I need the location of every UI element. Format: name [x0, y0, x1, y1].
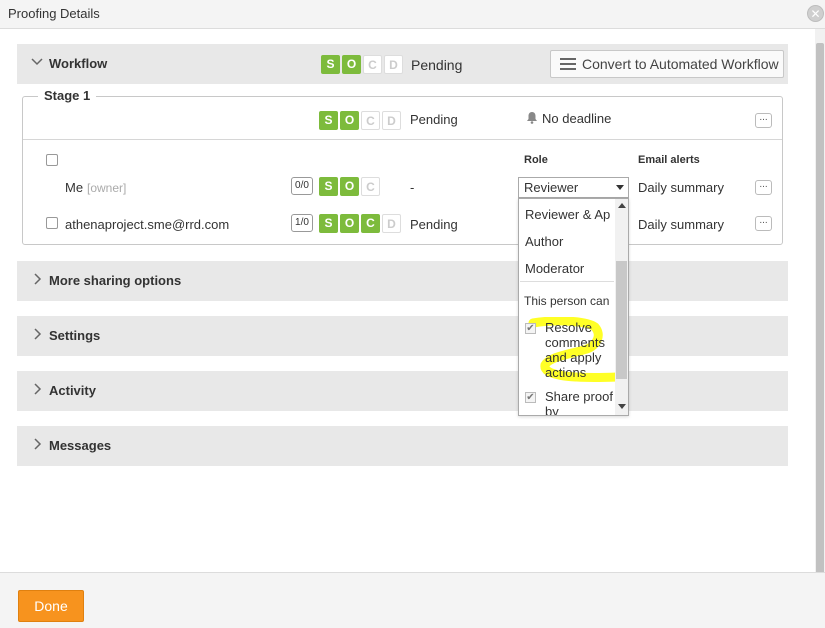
- member-more-button[interactable]: ...: [755, 180, 772, 195]
- dialog-scrollbar[interactable]: [815, 29, 825, 583]
- stage-status: Pending: [410, 112, 458, 127]
- workflow-status: Pending: [411, 57, 463, 73]
- permission-checkbox[interactable]: ✔: [525, 323, 536, 334]
- dialog-footer: [0, 572, 825, 628]
- column-email-alerts: Email alerts: [638, 154, 700, 166]
- badge-d: D: [382, 214, 401, 233]
- member-status: Pending: [410, 217, 458, 232]
- caret-down-icon: [616, 185, 624, 190]
- member-status-badges: S O C D: [319, 214, 401, 233]
- select-all-checkbox[interactable]: [46, 154, 58, 166]
- section-label: Messages: [49, 438, 112, 453]
- chevron-right-icon: [31, 383, 42, 397]
- dialog-titlebar: Proofing Details: [0, 0, 825, 29]
- chevron-right-icon: [31, 438, 42, 452]
- dropdown-scrollbar[interactable]: [615, 199, 628, 415]
- comment-count: 0/0: [291, 177, 313, 195]
- scrollbar-thumb[interactable]: [816, 43, 824, 583]
- section-label: Activity: [49, 383, 96, 398]
- close-icon[interactable]: ✕: [807, 5, 824, 22]
- email-alerts-value[interactable]: Daily summary: [638, 217, 724, 232]
- role-option[interactable]: Moderator: [525, 261, 584, 276]
- messages-header[interactable]: Messages: [17, 426, 788, 466]
- role-option[interactable]: Author: [525, 234, 563, 249]
- badge-c: C: [361, 214, 380, 233]
- workflow-status-badges: S O C D: [321, 55, 403, 74]
- stage-status-badges: S O C D: [319, 111, 401, 130]
- badge-d: D: [382, 111, 401, 130]
- comment-count: 1/0: [291, 214, 313, 232]
- done-button[interactable]: Done: [18, 590, 84, 622]
- badge-s: S: [319, 177, 338, 196]
- divider: [520, 281, 614, 282]
- convert-to-automated-workflow-button[interactable]: Convert to Automated Workflow: [550, 50, 784, 78]
- member-name: Me: [65, 180, 84, 195]
- badge-o: O: [340, 214, 359, 233]
- scrollbar-thumb[interactable]: [616, 261, 627, 379]
- member-status-badges: S O C: [319, 177, 380, 196]
- chevron-right-icon: [31, 273, 42, 287]
- member-more-button[interactable]: ...: [755, 216, 772, 231]
- stage-deadline: No deadline: [542, 111, 612, 126]
- role-dropdown-panel[interactable]: Reviewer & Ap Author Moderator This pers…: [518, 198, 629, 416]
- chevron-down-icon: [31, 56, 43, 70]
- dialog-title: Proofing Details: [8, 6, 100, 21]
- list-icon: [560, 58, 576, 72]
- permission-label: Share proof by: [545, 389, 613, 416]
- permission-label: Resolve comments and apply actions: [545, 320, 605, 380]
- badge-o: O: [342, 55, 361, 74]
- chevron-right-icon: [31, 328, 42, 342]
- member-status: -: [410, 180, 415, 195]
- workflow-label: Workflow: [49, 56, 108, 71]
- stage-more-button[interactable]: ...: [755, 113, 772, 128]
- section-label: More sharing options: [49, 273, 182, 288]
- badge-d: D: [384, 55, 403, 74]
- bell-icon: [526, 111, 538, 124]
- stage-title: Stage 1: [38, 88, 97, 103]
- permission-checkbox[interactable]: ✔: [525, 392, 536, 403]
- badge-o: O: [340, 111, 359, 130]
- activity-header[interactable]: Activity: [17, 371, 788, 411]
- permissions-heading: This person can: [524, 294, 610, 308]
- scroll-up-icon[interactable]: [618, 203, 626, 208]
- convert-button-label: Convert to Automated Workflow: [582, 56, 779, 72]
- role-option[interactable]: Reviewer & Ap: [525, 207, 610, 222]
- badge-s: S: [319, 214, 338, 233]
- badge-s: S: [321, 55, 340, 74]
- section-label: Settings: [49, 328, 101, 343]
- more-sharing-options-header[interactable]: More sharing options: [17, 261, 788, 301]
- badge-o: O: [340, 177, 359, 196]
- divider: [23, 139, 782, 140]
- badge-s: S: [319, 111, 338, 130]
- role-select-value: Reviewer: [524, 180, 579, 195]
- badge-c: C: [361, 111, 380, 130]
- owner-tag: [owner]: [87, 181, 127, 195]
- email-alerts-value[interactable]: Daily summary: [638, 180, 724, 195]
- role-select[interactable]: Reviewer: [518, 177, 629, 198]
- badge-c: C: [363, 55, 382, 74]
- settings-header[interactable]: Settings: [17, 316, 788, 356]
- member-checkbox[interactable]: [46, 217, 58, 229]
- scroll-down-icon[interactable]: [618, 404, 626, 409]
- column-role: Role: [524, 154, 548, 166]
- badge-c: C: [361, 177, 380, 196]
- member-email: athenaproject.sme@rrd.com: [65, 217, 230, 232]
